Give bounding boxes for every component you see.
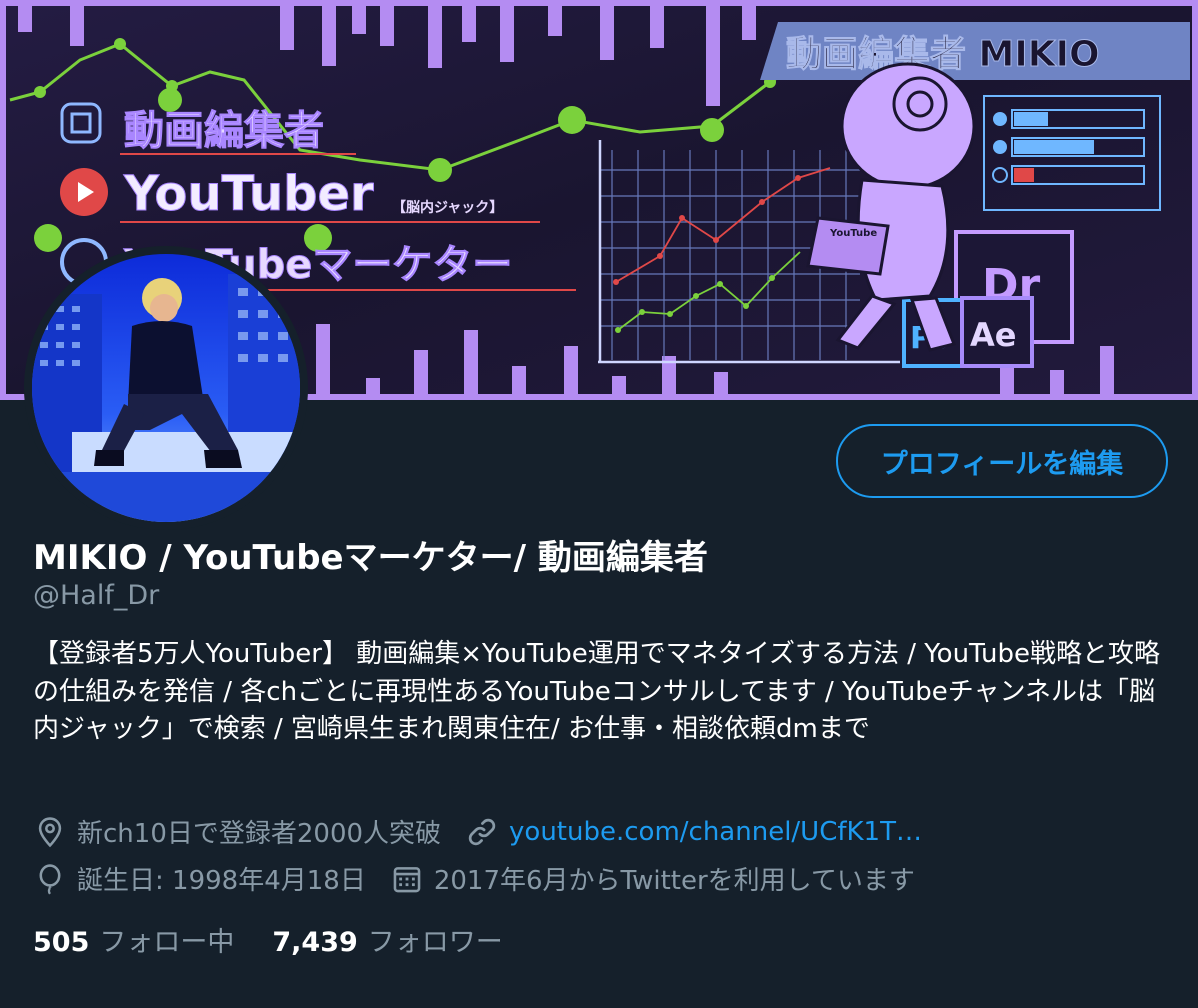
meta-row-dates: 誕生日: 1998年4月18日 2017年6月からTwitterを利用しています — [33, 860, 915, 897]
profile-bio: 【登録者5万人YouTuber】 動画編集×YouTube運用でマネタイズする方… — [33, 639, 1160, 744]
birthday-text: 誕生日: 1998年4月18日 — [77, 866, 366, 896]
joined-text: 2017年6月からTwitterを利用しています — [433, 866, 915, 896]
meta-row-location: 新ch10日で登録者2000人突破 youtube.com/channel/UC… — [33, 813, 922, 850]
calendar-icon — [390, 862, 424, 896]
follow-stats: 505 フォロー中 7,439 フォロワー — [33, 920, 503, 959]
followers-label: フォロワー — [367, 927, 503, 958]
link-icon — [465, 815, 499, 849]
profile-page: 動画編集者 MIKIO Dr Ps Ae — [0, 0, 1198, 1008]
avatar-photo — [32, 254, 300, 522]
banner-role-youtuber: YouTuber — [123, 166, 374, 222]
balloon-icon — [33, 862, 67, 896]
following-stat[interactable]: 505 フォロー中 — [33, 920, 234, 959]
following-label: フォロー中 — [99, 927, 235, 958]
followers-count: 7,439 — [272, 927, 358, 958]
banner-role-note: 【脳内ジャック】 — [392, 199, 503, 216]
banner-role-editor: 動画編集者 — [124, 108, 324, 154]
location-pin-icon — [33, 815, 67, 849]
user-handle: @Half_Dr — [33, 580, 160, 611]
location-text: 新ch10日で登録者2000人突破 — [77, 819, 442, 849]
profile-avatar[interactable] — [24, 246, 308, 530]
profile-url-link[interactable]: youtube.com/channel/UCfK1T… — [509, 817, 922, 847]
banner-title-tag: 動画編集者 MIKIO — [786, 34, 1100, 75]
followers-stat[interactable]: 7,439 フォロワー — [272, 920, 502, 959]
display-name: MIKIO / YouTubeマーケター/ 動画編集者 — [33, 538, 708, 578]
edit-profile-button[interactable]: プロフィールを編集 — [836, 424, 1168, 498]
following-count: 505 — [33, 927, 90, 958]
laptop-label: YouTube — [829, 228, 877, 239]
badge-ae: Ae — [970, 316, 1016, 354]
